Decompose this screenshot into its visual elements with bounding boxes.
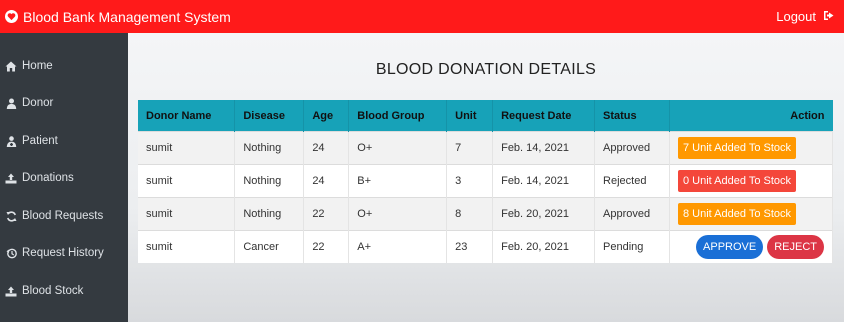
age-cell: 24	[303, 131, 350, 165]
status-cell: Approved	[594, 197, 670, 231]
request-date-cell: Feb. 20, 2021	[492, 197, 596, 231]
sidebar-item-blood-stock[interactable]: Blood Stock	[0, 273, 128, 309]
donor-name-cell: sumit	[138, 230, 236, 263]
unit-cell: 7	[446, 131, 494, 165]
disease-cell: Cancer	[234, 230, 305, 263]
blood-group-cell: O+	[348, 131, 448, 165]
main-content: BLOOD DONATION DETAILS Donor Name Diseas…	[128, 33, 844, 322]
table-row: sumit Nothing 24 O+ 7 Feb. 14, 2021 Appr…	[138, 131, 834, 165]
donations-table: Donor Name Disease Age Blood Group Unit …	[138, 100, 834, 263]
column-header[interactable]: Unit	[446, 100, 494, 132]
table-header-row: Donor Name Disease Age Blood Group Unit …	[138, 100, 833, 132]
home-icon	[5, 60, 17, 72]
action-cell: 0 Unit Added To Stock	[669, 164, 834, 198]
table-row: sumit Nothing 24 B+ 3 Feb. 14, 2021 Reje…	[138, 164, 834, 198]
sidebar-item-label: Donations	[22, 172, 74, 184]
sync-icon	[5, 210, 17, 222]
donor-name-cell: sumit	[138, 131, 236, 165]
donate-icon	[5, 172, 17, 184]
sidebar-item-donations[interactable]: Donations	[0, 160, 128, 196]
page-title: BLOOD DONATION DETAILS	[375, 61, 597, 78]
blood-group-cell: A+	[348, 230, 448, 263]
sidebar-item-label: Patient	[22, 135, 58, 147]
stock-added-badge: 0 Unit Added To Stock	[677, 170, 797, 192]
user-icon	[5, 97, 17, 109]
action-cell: 8 Unit Added To Stock	[669, 197, 834, 231]
sign-out-icon	[823, 9, 835, 24]
heart-icon	[5, 10, 18, 23]
age-cell: 22	[303, 230, 350, 263]
column-header[interactable]: Donor Name	[138, 100, 236, 132]
donor-name-cell: sumit	[138, 164, 236, 198]
column-header[interactable]: Request Date	[492, 100, 596, 132]
column-header[interactable]: Disease	[234, 100, 305, 132]
unit-cell: 23	[446, 230, 494, 263]
sidebar: Home Donor Patient Donations Blood Reque…	[0, 33, 128, 322]
sidebar-item-label: Request History	[22, 247, 104, 259]
stock-added-badge: 7 Unit Added To Stock	[677, 137, 797, 159]
sidebar-item-donor[interactable]: Donor	[0, 85, 128, 121]
brand[interactable]: Blood Bank Management System	[5, 9, 231, 25]
column-header[interactable]: Status	[594, 100, 670, 132]
approve-button[interactable]: APPROVE	[696, 235, 764, 259]
sidebar-item-label: Donor	[22, 97, 54, 109]
column-header[interactable]: Action	[669, 100, 833, 132]
sidebar-item-request-history[interactable]: Request History	[0, 235, 128, 271]
disease-cell: Nothing	[234, 164, 305, 198]
sidebar-item-label: Blood Requests	[22, 210, 104, 222]
stock-icon	[5, 285, 17, 297]
age-cell: 24	[303, 164, 350, 198]
stock-added-badge: 8 Unit Added To Stock	[677, 203, 797, 225]
donor-name-cell: sumit	[138, 197, 236, 231]
logout-label: Logout	[776, 9, 816, 24]
column-header[interactable]: Blood Group	[348, 100, 448, 132]
action-cell: APPROVE REJECT	[669, 230, 834, 263]
request-date-cell: Feb. 14, 2021	[492, 164, 596, 198]
status-cell: Rejected	[594, 164, 670, 198]
disease-cell: Nothing	[234, 131, 305, 165]
sidebar-item-label: Blood Stock	[22, 285, 84, 297]
reject-button[interactable]: REJECT	[767, 235, 824, 259]
sidebar-item-patient[interactable]: Patient	[0, 123, 128, 159]
sidebar-item-home[interactable]: Home	[0, 48, 128, 84]
column-header[interactable]: Age	[303, 100, 350, 132]
unit-cell: 3	[446, 164, 494, 198]
sidebar-item-blood-requests[interactable]: Blood Requests	[0, 198, 128, 234]
table-row: sumit Cancer 22 A+ 23 Feb. 20, 2021 Pend…	[138, 230, 834, 263]
action-cell: 7 Unit Added To Stock	[669, 131, 834, 165]
status-cell: Approved	[594, 131, 670, 165]
age-cell: 22	[303, 197, 350, 231]
table-row: sumit Nothing 22 O+ 8 Feb. 20, 2021 Appr…	[138, 197, 834, 231]
unit-cell: 8	[446, 197, 494, 231]
patient-icon	[5, 135, 17, 147]
history-icon	[5, 247, 17, 259]
brand-title: Blood Bank Management System	[23, 8, 231, 25]
request-date-cell: Feb. 14, 2021	[492, 131, 596, 165]
sidebar-item-label: Home	[22, 60, 53, 72]
request-date-cell: Feb. 20, 2021	[492, 230, 596, 263]
blood-group-cell: O+	[348, 197, 448, 231]
blood-group-cell: B+	[348, 164, 448, 198]
logout-link[interactable]: Logout	[776, 9, 835, 24]
status-cell: Pending	[594, 230, 670, 263]
top-navbar: Blood Bank Management System Logout	[0, 0, 844, 33]
disease-cell: Nothing	[234, 197, 305, 231]
